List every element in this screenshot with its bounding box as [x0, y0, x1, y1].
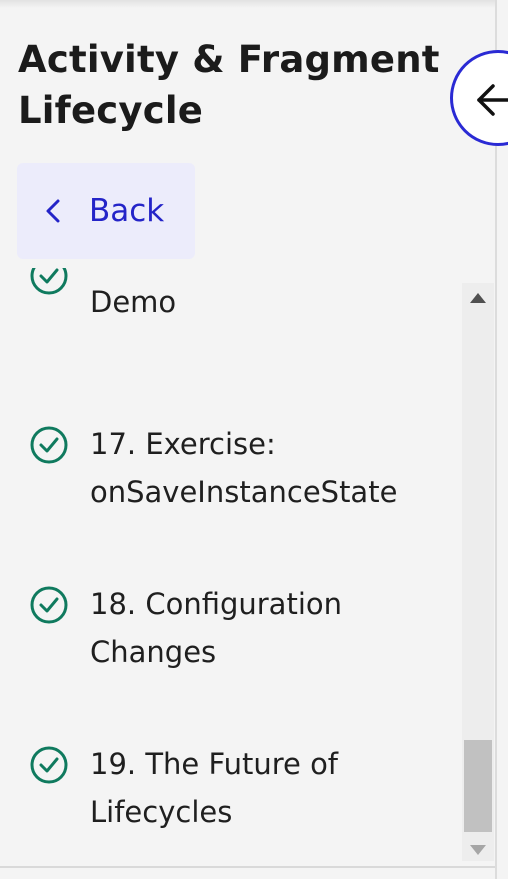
- collapse-sidebar-button[interactable]: [450, 50, 508, 146]
- list-item-lesson-17[interactable]: 17. Exercise: onSaveInstanceState: [0, 414, 462, 514]
- scrollbar-thumb[interactable]: [464, 740, 492, 832]
- lesson-label: 19. The Future of Lifecycles: [90, 747, 339, 829]
- lesson-list: 16. Process Shutdown Demo 17. Exercise: …: [0, 268, 462, 868]
- check-circle-icon: [30, 746, 68, 784]
- scroll-up-arrow-icon[interactable]: [470, 293, 486, 303]
- list-item-lesson-18[interactable]: 18. Configuration Changes: [0, 574, 462, 674]
- list-item-lesson-19[interactable]: 19. The Future of Lifecycles: [0, 734, 462, 834]
- arrow-left-icon: [477, 84, 508, 116]
- check-circle-icon: [30, 426, 68, 464]
- lesson-label: 17. Exercise: onSaveInstanceState: [90, 427, 398, 509]
- lesson-title: Activity & Fragment Lifecycle: [18, 38, 440, 132]
- top-shadow: [0, 0, 496, 8]
- lesson-label: 18. Configuration Changes: [90, 587, 343, 669]
- check-circle-icon: [30, 586, 68, 624]
- chevron-left-icon: [46, 199, 60, 223]
- lesson-label: 16. Process Shutdown Demo: [90, 268, 409, 319]
- lesson-sidebar: Activity & Fragment Lifecycle Back 16. P…: [0, 0, 508, 879]
- bottom-divider: [0, 866, 496, 868]
- back-button[interactable]: Back: [17, 163, 195, 259]
- back-button-label: Back: [89, 193, 165, 229]
- check-circle-icon: [30, 268, 68, 295]
- scroll-down-arrow-icon[interactable]: [470, 845, 486, 855]
- list-item-lesson-16[interactable]: 16. Process Shutdown Demo: [0, 268, 462, 338]
